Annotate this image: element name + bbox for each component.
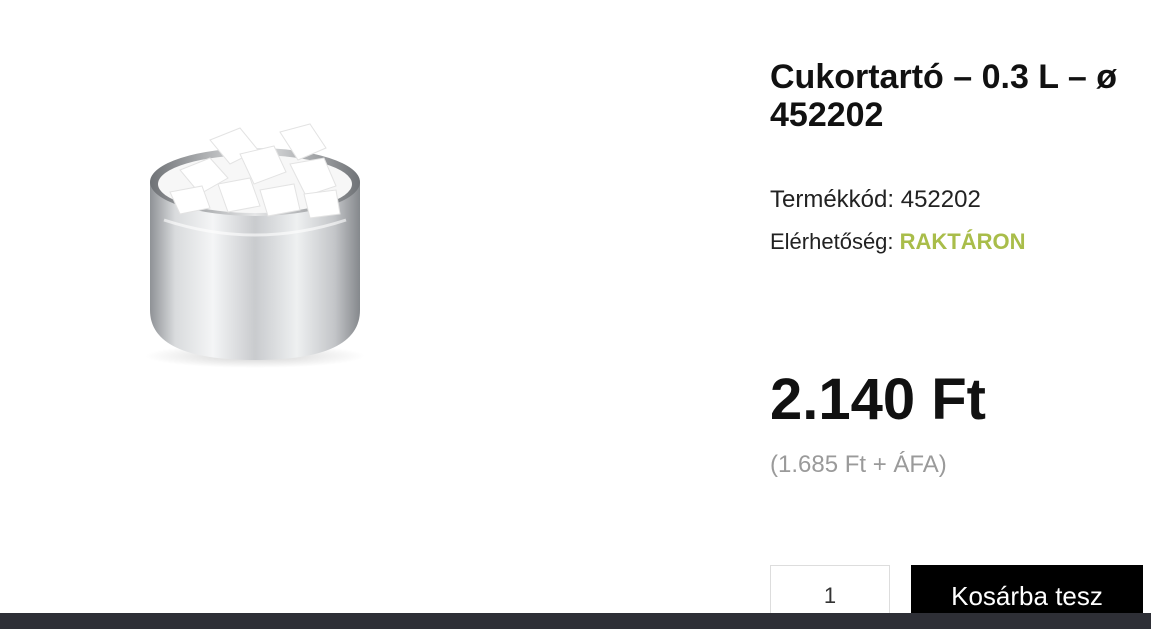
product-page: Cukortartó – 0.3 L – ø 452202 Termékkód:…	[0, 0, 1151, 629]
product-code-label: Termékkód:	[770, 186, 901, 213]
product-net-price: (1.685 Ft + ÁFA)	[770, 451, 947, 478]
product-title-line-1: Cukortartó – 0.3 L – ø	[770, 58, 1118, 96]
product-availability: Elérhetőség: RAKTÁRON	[770, 228, 1026, 256]
product-info: Cukortartó – 0.3 L – ø 452202 Termékkód:…	[770, 58, 1151, 478]
product-image[interactable]	[140, 110, 370, 370]
sugar-bowl-image	[145, 123, 365, 368]
stock-status-badge: RAKTÁRON	[899, 229, 1026, 254]
bottom-bar	[0, 613, 1151, 629]
product-title-line-2: 452202	[770, 96, 884, 134]
availability-label: Elérhetőség:	[770, 229, 900, 254]
product-code-value: 452202	[900, 186, 981, 213]
product-price: 2.140 Ft	[770, 367, 986, 432]
product-title: Cukortartó – 0.3 L – ø 452202	[770, 58, 1151, 134]
product-code: Termékkód: 452202	[770, 186, 981, 214]
